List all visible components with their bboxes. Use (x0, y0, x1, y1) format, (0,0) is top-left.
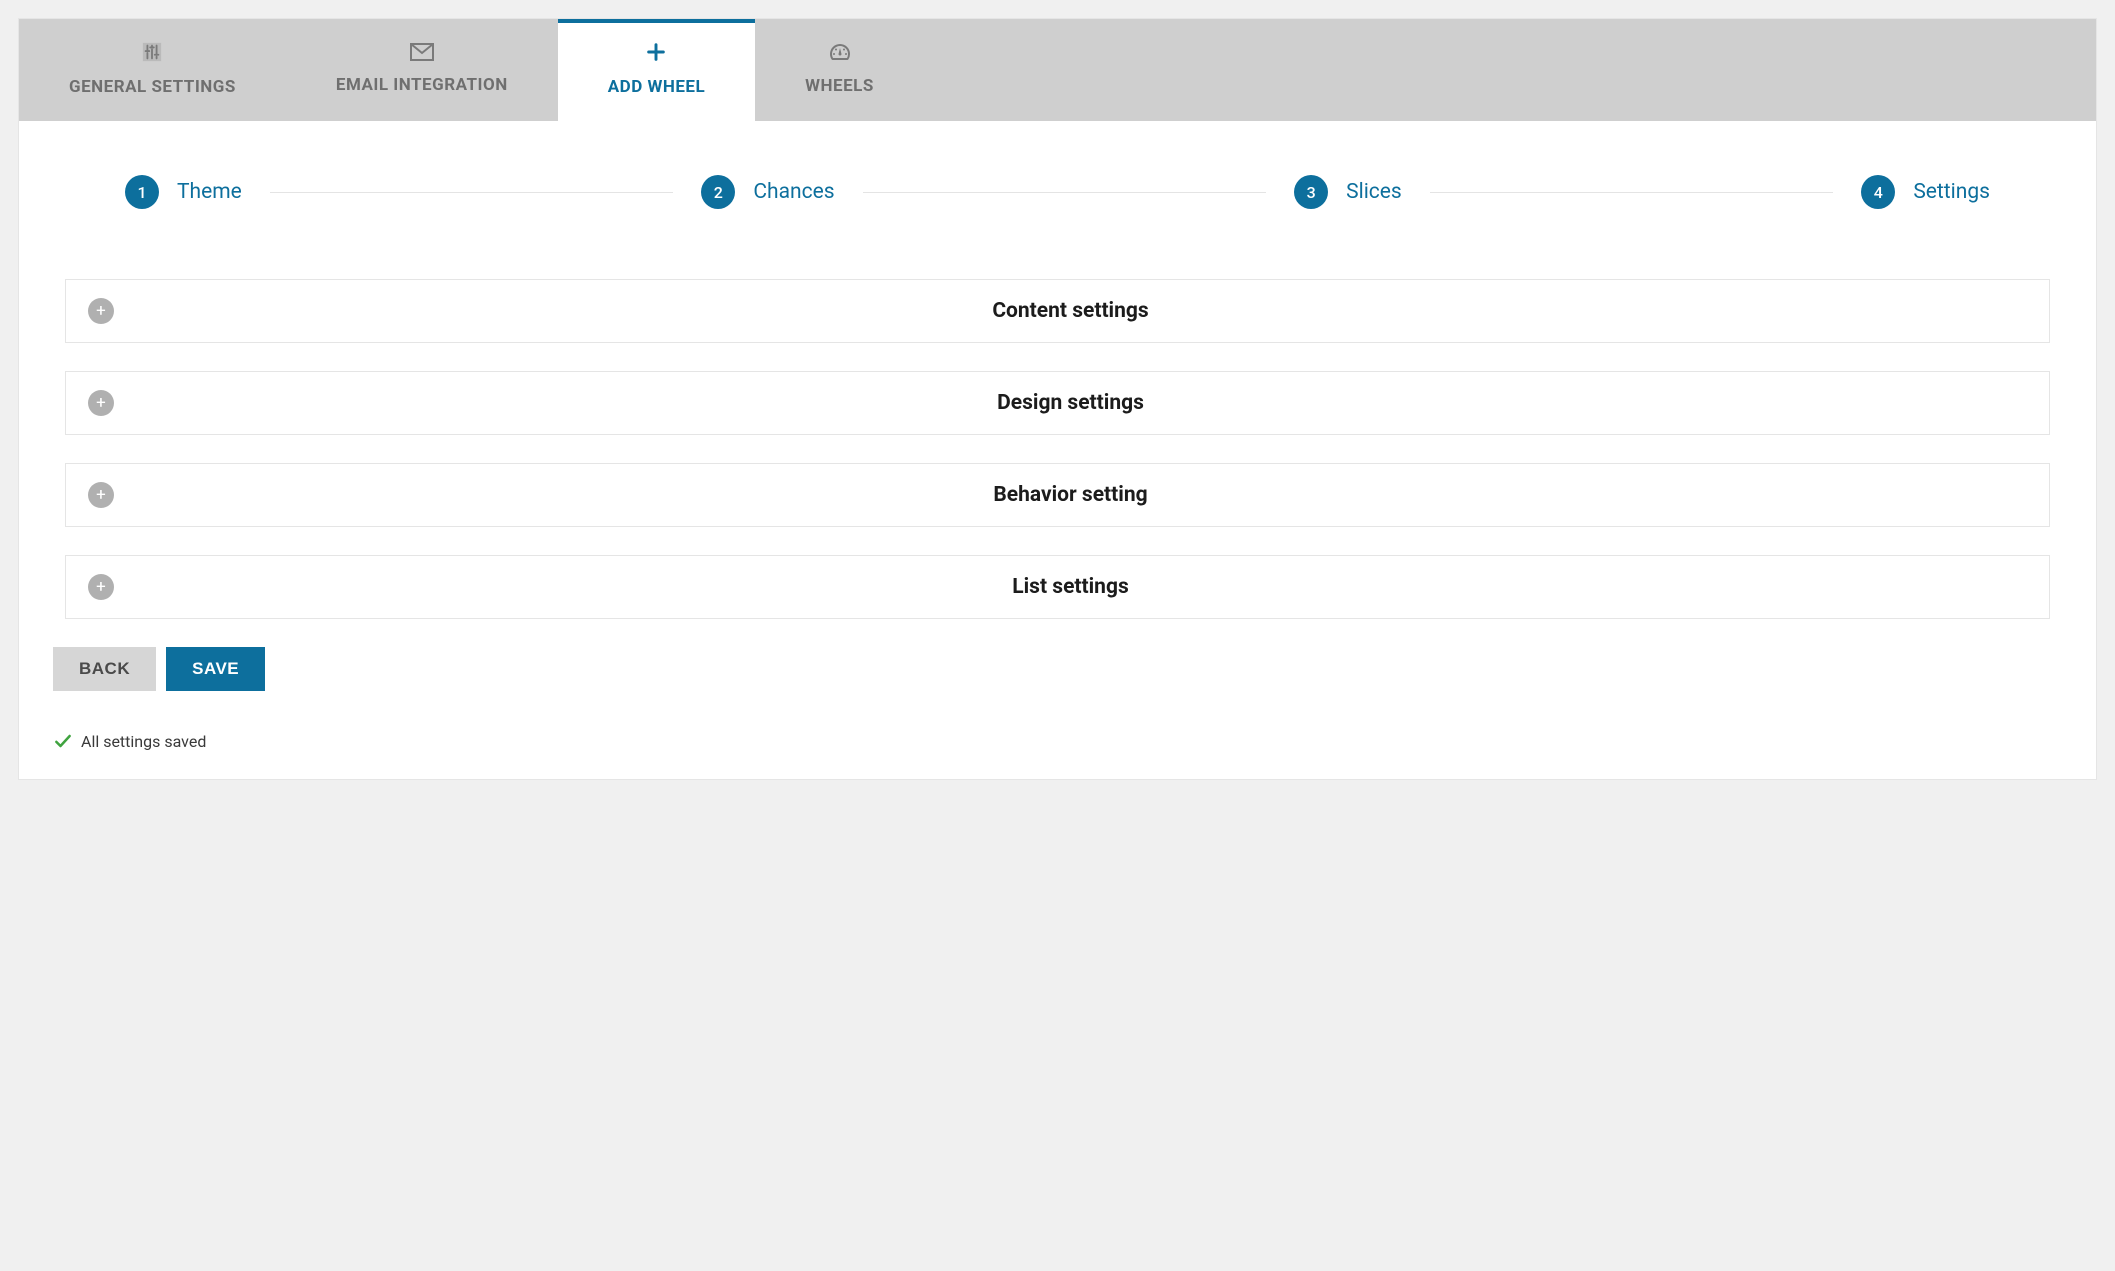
step-connector (1430, 192, 1834, 193)
plus-icon (645, 41, 667, 63)
step-connector (270, 192, 674, 193)
tab-general-settings[interactable]: GENERAL SETTINGS (19, 19, 286, 121)
step-number: 3 (1294, 175, 1328, 209)
button-row: BACK SAVE (53, 647, 2050, 691)
step-connector (863, 192, 1267, 193)
tab-label: GENERAL SETTINGS (69, 77, 236, 97)
gauge-icon (828, 42, 852, 62)
expand-icon: + (88, 298, 114, 324)
tab-wheels[interactable]: WHEELS (755, 19, 924, 121)
step-number: 2 (701, 175, 735, 209)
accordion-title: Behavior setting (114, 483, 2027, 507)
panel-body: 1 Theme 2 Chances 3 Slices 4 Settings (19, 121, 2096, 779)
main-panel: GENERAL SETTINGS EMAIL INTEGRATION ADD W… (18, 18, 2097, 780)
expand-icon: + (88, 390, 114, 416)
tab-email-integration[interactable]: EMAIL INTEGRATION (286, 19, 558, 121)
step-label: Slices (1346, 180, 1402, 204)
step-number: 4 (1861, 175, 1895, 209)
expand-icon: + (88, 574, 114, 600)
sliders-icon (141, 41, 163, 63)
accordion-title: Design settings (114, 391, 2027, 415)
stepper: 1 Theme 2 Chances 3 Slices 4 Settings (125, 175, 1990, 209)
accordion-title: List settings (114, 575, 2027, 599)
accordion-design-settings[interactable]: + Design settings (65, 371, 2050, 435)
accordion-title: Content settings (114, 299, 2027, 323)
save-button[interactable]: SAVE (166, 647, 265, 691)
tab-label: ADD WHEEL (608, 77, 705, 97)
accordion-list-settings[interactable]: + List settings (65, 555, 2050, 619)
accordion-content-settings[interactable]: + Content settings (65, 279, 2050, 343)
status-message: All settings saved (81, 732, 206, 751)
accordion-behavior-setting[interactable]: + Behavior setting (65, 463, 2050, 527)
step-theme[interactable]: 1 Theme (125, 175, 242, 209)
tab-add-wheel[interactable]: ADD WHEEL (558, 19, 755, 121)
tab-label: WHEELS (805, 76, 874, 96)
check-icon (53, 731, 73, 751)
step-chances[interactable]: 2 Chances (701, 175, 834, 209)
step-label: Settings (1913, 180, 1990, 204)
accordion-group: + Content settings + Design settings + B… (65, 279, 2050, 619)
mail-icon (410, 43, 434, 61)
expand-icon: + (88, 482, 114, 508)
tabs-bar: GENERAL SETTINGS EMAIL INTEGRATION ADD W… (19, 19, 2096, 121)
step-number: 1 (125, 175, 159, 209)
step-settings[interactable]: 4 Settings (1861, 175, 1990, 209)
back-button[interactable]: BACK (53, 647, 156, 691)
step-slices[interactable]: 3 Slices (1294, 175, 1402, 209)
step-label: Theme (177, 180, 242, 204)
status-row: All settings saved (53, 731, 2050, 759)
tab-label: EMAIL INTEGRATION (336, 75, 508, 95)
step-label: Chances (753, 180, 834, 204)
